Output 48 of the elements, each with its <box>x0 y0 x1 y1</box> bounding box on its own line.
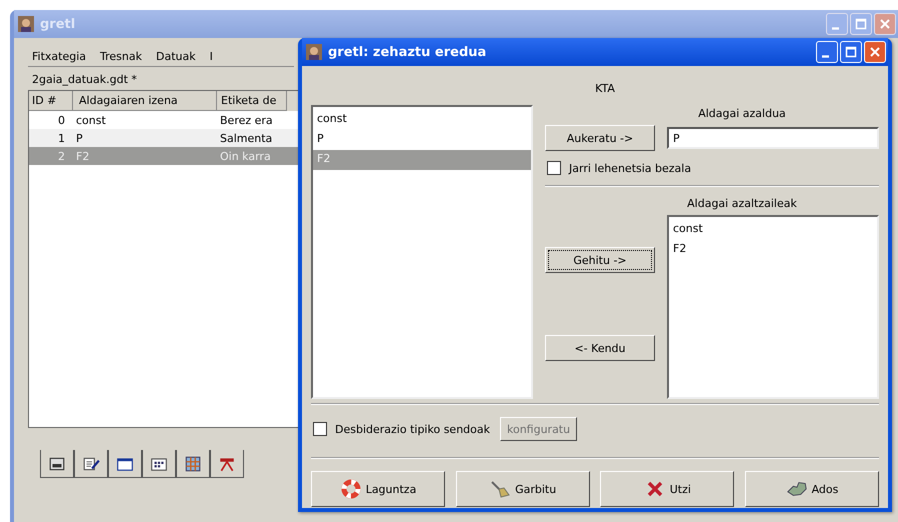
checkbox-label: Jarri lehenetsia bezala <box>569 162 692 174</box>
menu-item[interactable]: I <box>210 50 213 63</box>
table-cell-text: Oin karra <box>219 148 272 164</box>
help-button[interactable]: Laguntza <box>311 471 445 507</box>
table-cell-text: 0 <box>57 112 66 128</box>
table-cell-text: P <box>75 130 84 146</box>
table-cell-text: Salmenta <box>219 130 274 146</box>
checkbox-label: Desbiderazio tipiko sendoak <box>335 422 490 436</box>
brush-icon <box>489 479 512 499</box>
checkbox[interactable] <box>313 422 327 436</box>
minimize-icon <box>832 26 838 30</box>
table-cell-text: Berez era <box>219 112 274 128</box>
window-title: gretl: zehaztu eredua <box>328 44 486 60</box>
list-item[interactable]: P <box>313 130 531 150</box>
menu-item[interactable]: Datuak <box>156 50 196 63</box>
file-name: 2gaia_datuak.gdt * <box>31 72 137 88</box>
lifebuoy-icon <box>340 479 362 499</box>
column-header[interactable]: Etiketa de <box>217 91 287 111</box>
close-icon <box>878 17 892 31</box>
list-item[interactable]: const <box>669 220 877 240</box>
choose-button[interactable]: Aukeratu -> <box>545 125 655 151</box>
list-item[interactable]: F2 <box>669 240 877 260</box>
table-cell-text: 1 <box>57 130 66 146</box>
menu-item[interactable]: Fitxategia <box>32 50 86 63</box>
add-button[interactable]: Gehitu -> <box>545 247 655 273</box>
app-icon <box>306 44 322 60</box>
ok-button[interactable]: Ados <box>744 471 879 507</box>
app-icon <box>18 16 34 32</box>
section-label: Aldagai azaldua <box>698 107 786 120</box>
column-header[interactable]: ID # <box>29 91 73 111</box>
table-cell-text: F2 <box>75 148 90 164</box>
close-icon <box>868 45 882 59</box>
clear-button[interactable]: Garbitu <box>456 471 590 507</box>
cancel-button[interactable]: Utzi <box>600 471 734 507</box>
table-cell-text: const <box>75 112 107 128</box>
window-title: gretl <box>40 16 76 32</box>
table-cell-text: 2 <box>57 148 66 164</box>
maximize-icon <box>854 17 868 31</box>
dependent-field[interactable]: P <box>667 127 879 149</box>
minimize-icon <box>822 54 828 58</box>
column-header[interactable]: Aldagaiaren izena <box>73 91 217 111</box>
remove-button[interactable]: <- Kendu <box>545 335 655 361</box>
list-item[interactable]: const <box>313 110 531 130</box>
model-type-label: KTA <box>595 82 615 95</box>
maximize-icon <box>844 45 858 59</box>
checkbox[interactable] <box>547 161 561 175</box>
menu-item[interactable]: Tresnak <box>100 50 142 63</box>
section-label: Aldagai azaltzaileak <box>687 197 797 210</box>
